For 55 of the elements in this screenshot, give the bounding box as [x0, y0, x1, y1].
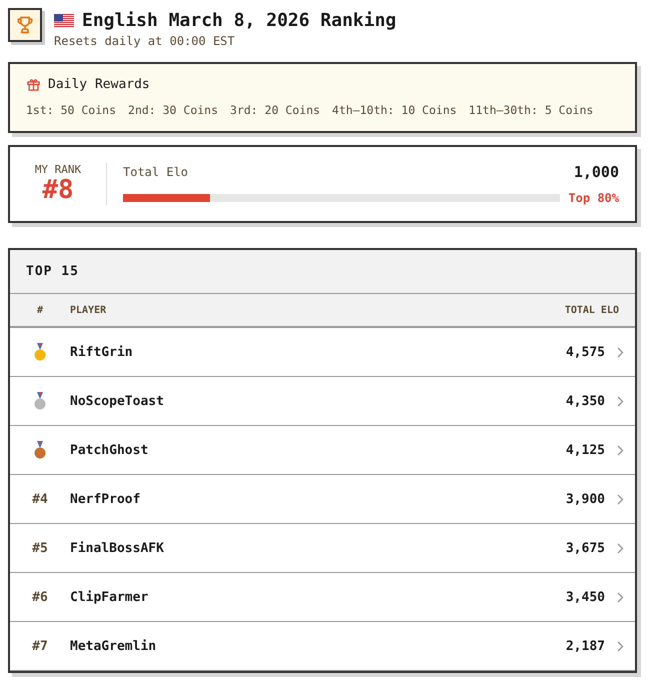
- rank-number: #6: [32, 590, 48, 604]
- chevron-icon: [616, 640, 624, 652]
- medal-icon: [34, 441, 46, 459]
- chevron-icon: [616, 494, 624, 504]
- flag-icon: [54, 14, 74, 28]
- leaderboard-row[interactable]: #5 FinalBossAFK 3,675: [10, 524, 635, 573]
- leaderboard-row[interactable]: RiftGrin 4,575: [10, 328, 635, 377]
- elo-score: 3,450: [566, 590, 605, 604]
- elo-value: 1,000: [574, 163, 619, 181]
- chevron-icon: [616, 542, 624, 554]
- trophy-icon: [8, 8, 42, 42]
- chevron-icon: [616, 346, 624, 358]
- chevron-icon: [616, 592, 624, 602]
- elo-score: 2,187: [566, 638, 605, 654]
- leaderboard-row[interactable]: #4 NerfProof 3,900: [10, 475, 635, 524]
- elo-score: 4,125: [566, 442, 605, 458]
- reward-tier-label: 2nd: 30 Coins: [128, 103, 218, 117]
- leaderboard-title: TOP 15: [10, 250, 635, 294]
- leaderboard-row[interactable]: #6 ClipFarmer 3,450: [10, 573, 635, 622]
- reset-note: Resets daily at 00:00 EST: [54, 34, 236, 48]
- chevron-icon: [616, 444, 624, 456]
- player-name: PatchGhost: [70, 442, 150, 458]
- metric-label: Total Elo: [123, 165, 188, 179]
- elo-score: 3,675: [566, 540, 605, 556]
- my-rank-number: #8: [42, 176, 74, 205]
- page-title: English March 8, 2026 Ranking: [82, 10, 396, 31]
- medal-icon: [34, 343, 46, 361]
- player-name: ClipFarmer: [70, 590, 150, 604]
- percentile-label: Top 80%: [568, 191, 619, 205]
- medal-icon: [34, 392, 46, 410]
- rank-number: #4: [32, 492, 48, 506]
- rank-number: #5: [32, 540, 48, 556]
- rank-number: #7: [32, 638, 48, 654]
- leaderboard-row[interactable]: NoScopeToast 4,350: [10, 377, 635, 426]
- player-name: NoScopeToast: [70, 394, 165, 408]
- elo-score: 4,350: [566, 394, 605, 408]
- elo-score: 4,575: [566, 344, 605, 360]
- player-name: NerfProof: [70, 492, 142, 506]
- reward-tier-label: 4th–10th: 10 Coins: [332, 103, 457, 117]
- column-header: #: [36, 304, 44, 316]
- leaderboard-row[interactable]: PatchGhost 4,125: [10, 426, 635, 475]
- reward-tier-label: 11th–30th: 5 Coins: [468, 103, 594, 117]
- leaderboard-row[interactable]: #7 MetaGremlin 2,187: [10, 622, 635, 671]
- rewards-title: Daily Rewards: [48, 77, 150, 92]
- player-name: RiftGrin: [70, 344, 134, 360]
- player-name: MetaGremlin: [70, 638, 158, 654]
- chevron-icon: [616, 396, 624, 406]
- column-header: PLAYER: [70, 304, 108, 316]
- elo-score: 3,900: [566, 492, 605, 506]
- my-rank-label: MY RANK: [34, 163, 82, 176]
- player-name: FinalBossAFK: [70, 540, 165, 556]
- reward-tier-label: 1st: 50 Coins: [26, 103, 116, 117]
- reward-tier-label: 3rd: 20 Coins: [230, 103, 320, 117]
- column-header: TOTAL ELO: [564, 304, 620, 316]
- gift-icon: [26, 77, 41, 92]
